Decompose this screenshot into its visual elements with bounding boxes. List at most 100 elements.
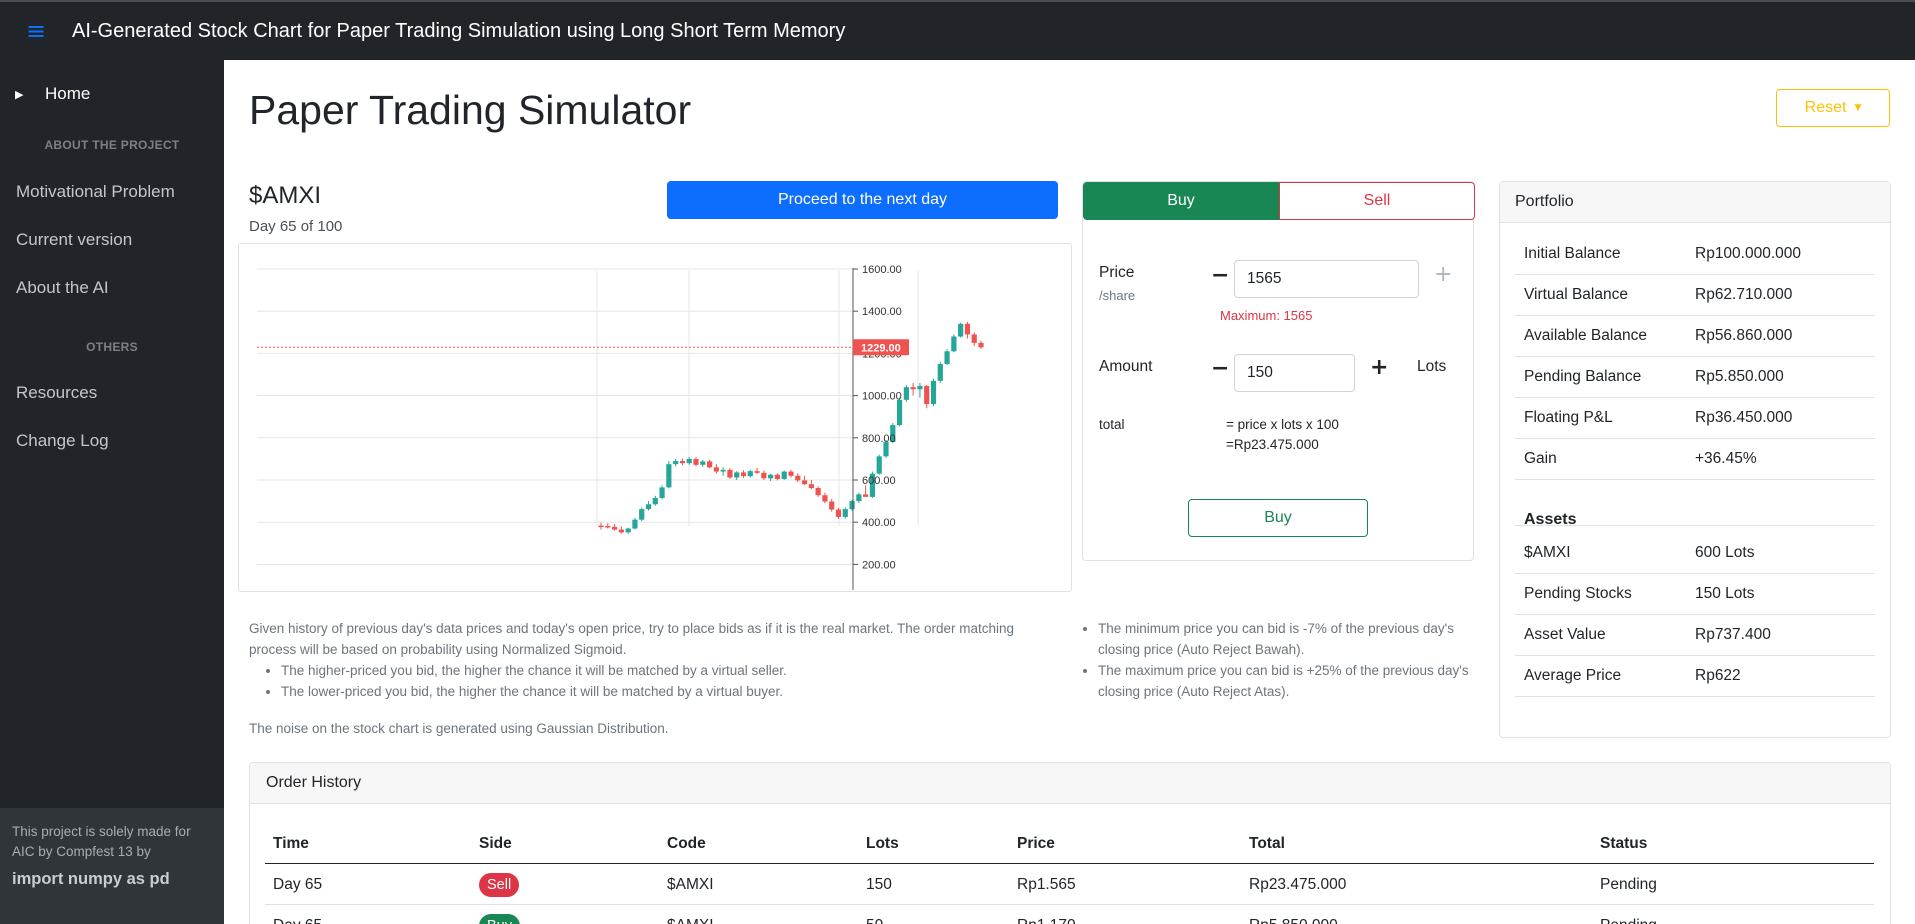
candle-body — [876, 456, 882, 474]
amount-increment-icon[interactable]: + — [1370, 355, 1388, 380]
order-status: Pending — [1600, 905, 1657, 924]
asset-value: 600 Lots — [1695, 544, 1755, 561]
column-header: Time — [273, 834, 309, 852]
y-tick-label: 1400.00 — [862, 306, 902, 318]
stock-chart[interactable]: 1600.001400.001200.001000.00800.00600.00… — [238, 243, 1072, 592]
column-header: Status — [1600, 834, 1648, 852]
portfolio-key: Available Balance — [1524, 327, 1647, 344]
asset-key: Average Price — [1524, 667, 1622, 684]
portfolio-row: Initial Balance Rp100.000.000 — [1515, 234, 1875, 275]
price-input[interactable]: 1565 — [1234, 260, 1419, 298]
order-price: Rp1.170 — [1017, 905, 1076, 924]
order-total: Rp23.475.000 — [1249, 875, 1347, 893]
sidebar-item-home[interactable]: ▶ Home — [0, 74, 224, 114]
candle-body — [659, 487, 665, 498]
candle-body — [903, 387, 909, 400]
candle-body — [856, 494, 862, 502]
candle-body — [618, 529, 624, 533]
tab-sell[interactable]: Sell — [1279, 182, 1475, 220]
y-tick-label: 1000.00 — [862, 391, 902, 403]
footer-team-name: import numpy as pd — [12, 870, 170, 888]
candle-body — [740, 472, 747, 477]
candle-body — [720, 469, 726, 472]
order-lots: 150 — [866, 875, 892, 893]
amount-decrement-icon[interactable]: − — [1211, 356, 1229, 381]
column-header: Total — [1249, 834, 1285, 852]
trade-panel: Buy Sell Price /share − 1565 + Maximum: … — [1082, 181, 1475, 561]
menu-icon[interactable]: ≡ — [0, 1, 72, 61]
day-counter: Day 65 of 100 — [249, 218, 343, 235]
total-value: =Rp23.475.000 — [1226, 437, 1319, 452]
candle-body — [971, 334, 977, 343]
sidebar-item-about-ai[interactable]: About the AI — [16, 278, 109, 298]
buy-submit-button[interactable]: Buy — [1188, 499, 1368, 537]
candle-body — [727, 469, 733, 478]
amount-input[interactable]: 150 — [1234, 354, 1355, 392]
candle-body — [978, 342, 984, 348]
portfolio-row: Pending Balance Rp5.850.000 — [1515, 357, 1875, 398]
sidebar-item-label: Home — [45, 84, 91, 103]
portfolio-value: Rp56.860.000 — [1695, 327, 1793, 344]
candle-body — [788, 471, 794, 476]
sidebar-item-current-version[interactable]: Current version — [16, 230, 132, 250]
candle-body — [706, 461, 713, 468]
sidebar-footer: This project is solely made for AIC by C… — [0, 808, 224, 924]
instruction-item: The lower-priced you bid, the higher the… — [281, 681, 1049, 702]
price-rules-list: The minimum price you can bid is -7% of … — [1082, 618, 1474, 702]
order-price: Rp1.565 — [1017, 875, 1076, 893]
order-code: $AMXI — [667, 875, 714, 893]
candle-body — [700, 461, 706, 465]
order-history-title: Order History — [250, 763, 1890, 804]
sidebar-item-motivational-problem[interactable]: Motivational Problem — [16, 182, 175, 202]
candle-body — [632, 519, 638, 529]
candle-body — [801, 480, 808, 485]
footer-text-line-1: This project is solely made for — [12, 824, 191, 839]
y-tick-label: 200.00 — [862, 559, 896, 571]
reset-dropdown-button[interactable]: Reset ▼ — [1776, 89, 1890, 127]
candle-body — [815, 488, 821, 496]
candle-body — [917, 386, 923, 390]
candle-body — [598, 525, 604, 528]
portfolio-value: Rp100.000.000 — [1695, 245, 1802, 262]
caret-right-icon: ▶ — [15, 87, 24, 101]
main-content: Paper Trading Simulator Reset ▼ $AMXI Da… — [224, 60, 1915, 924]
order-lots: 50 — [866, 905, 883, 924]
price-rules: The minimum price you can bid is -7% of … — [1082, 618, 1474, 702]
order-side: Buy — [479, 905, 520, 924]
candle-body — [639, 509, 645, 520]
sidebar-item-resources[interactable]: Resources — [16, 383, 97, 403]
price-decrement-icon[interactable]: − — [1211, 263, 1229, 288]
candle-body — [829, 501, 835, 510]
next-day-button[interactable]: Proceed to the next day — [667, 181, 1058, 219]
caret-down-icon: ▼ — [1854, 103, 1862, 113]
sidebar-heading-about: ABOUT THE PROJECT — [44, 138, 180, 152]
candle-body — [808, 484, 814, 489]
candle-body — [693, 458, 699, 465]
sidebar-item-change-log[interactable]: Change Log — [16, 431, 109, 451]
candle-body — [774, 474, 781, 479]
candle-body — [795, 475, 801, 481]
order-table-header: Time Side Code Lots Price Total Status — [265, 823, 1874, 864]
candle-body — [673, 461, 679, 465]
asset-key: $AMXI — [1524, 544, 1571, 561]
instruction-item: The higher-priced you bid, the higher th… — [281, 660, 1049, 681]
candle-body — [849, 501, 855, 510]
portfolio-key: Virtual Balance — [1524, 286, 1628, 303]
y-tick-label: 400.00 — [862, 517, 896, 529]
candle-body — [842, 509, 848, 517]
asset-value: 150 Lots — [1695, 585, 1755, 602]
price-increment-icon[interactable]: + — [1434, 262, 1452, 287]
table-row: Day 65 Sell $AMXI 150 Rp1.565 Rp23.475.0… — [265, 864, 1874, 905]
candle-body — [734, 472, 740, 478]
instructions-intro: Given history of previous day's data pri… — [249, 621, 1015, 657]
candle-body — [781, 471, 787, 479]
candle-body — [679, 461, 686, 464]
stock-ticker: $AMXI — [249, 182, 322, 209]
price-rule-max: The maximum price you can bid is +25% of… — [1098, 660, 1474, 702]
candle-body — [713, 467, 719, 472]
tab-buy[interactable]: Buy — [1083, 182, 1279, 220]
asset-row: $AMXI 600 Lots — [1515, 533, 1875, 574]
candle-body — [924, 386, 930, 405]
column-header: Side — [479, 834, 512, 852]
y-tick-label: 1600.00 — [862, 264, 902, 276]
